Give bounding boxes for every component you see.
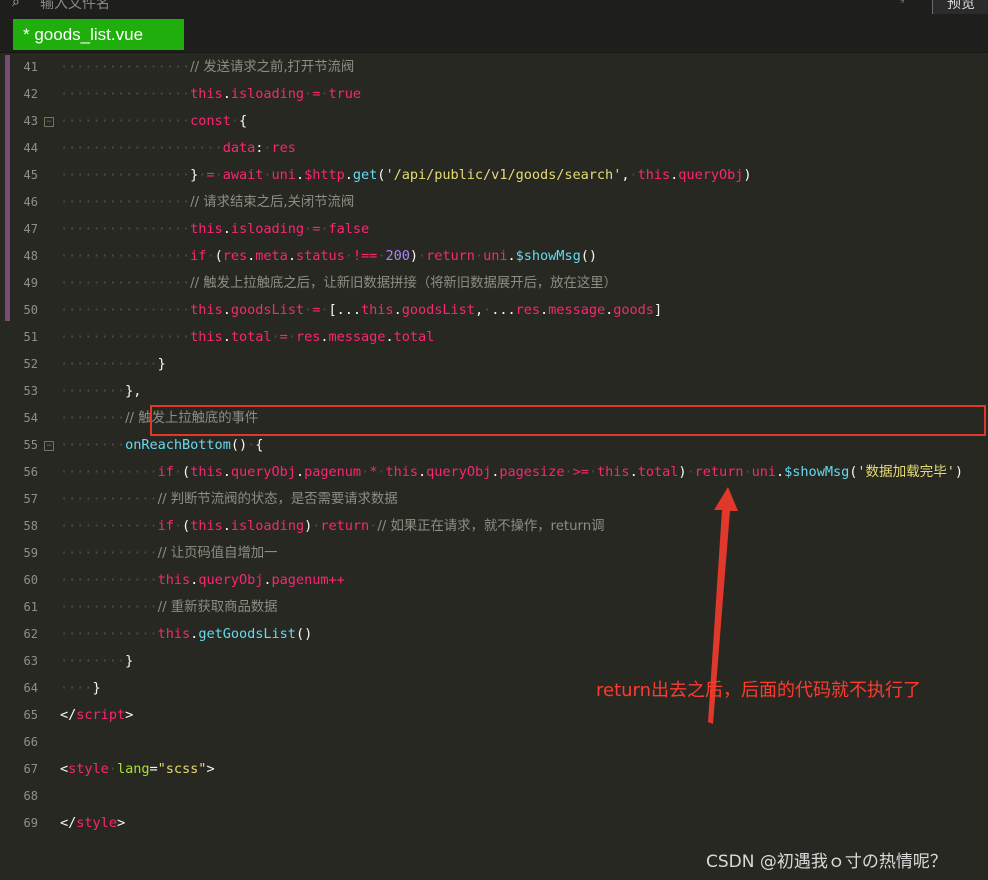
annotation-arrow — [708, 487, 738, 724]
watermark: CSDN @初遇我ｏ寸の热情呢？ — [706, 852, 947, 872]
annotation-text: return出去之后，后面的代码就不执行了 — [596, 680, 922, 701]
